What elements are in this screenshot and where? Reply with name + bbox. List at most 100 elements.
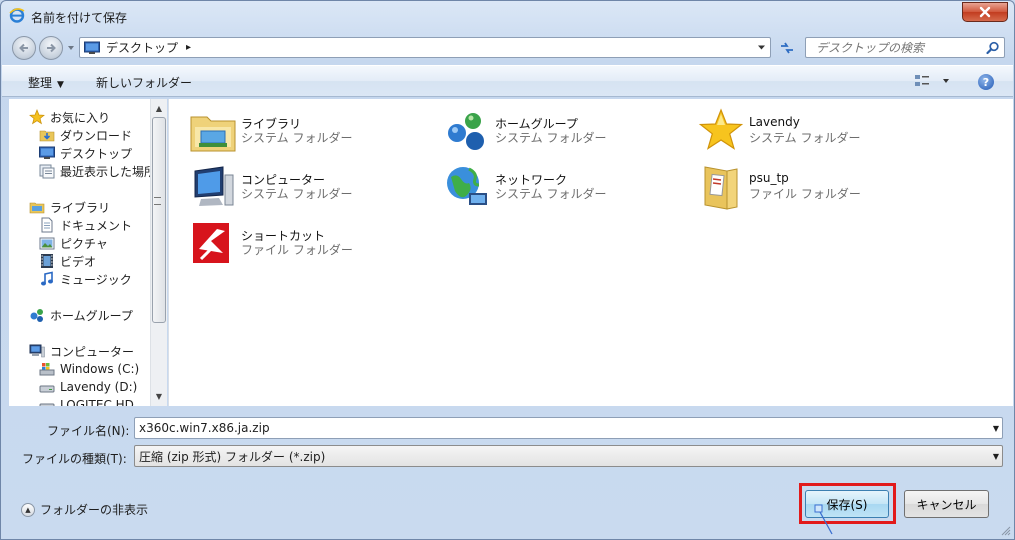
nav-item-videos[interactable]: ビデオ: [39, 252, 96, 270]
list-item[interactable]: コンピューター システム フォルダー: [189, 163, 429, 219]
cancel-button[interactable]: キャンセル: [904, 490, 989, 518]
file-list: ライブラリ システム フォルダー ホームグループ システム フォルダー Lave…: [168, 99, 1013, 406]
videos-icon: [41, 254, 53, 268]
scroll-up-arrow-icon[interactable]: ▲: [151, 100, 167, 116]
nav-item-logitec-hd[interactable]: LOGITEC HD: [39, 396, 134, 406]
filename-value[interactable]: x360c.win7.x86.ja.zip: [139, 421, 270, 435]
nav-libraries-label: ライブラリ: [50, 200, 111, 215]
address-location[interactable]: デスクトップ: [106, 39, 178, 56]
library-icon: [190, 116, 236, 152]
list-item[interactable]: ライブラリ システム フォルダー: [189, 107, 429, 163]
item-type: ファイル フォルダー: [749, 187, 861, 201]
title-bar: 名前を付けて保存: [1, 1, 1014, 31]
list-item[interactable]: ホームグループ システム フォルダー: [443, 107, 683, 163]
filename-label: ファイル名(N):: [47, 424, 130, 438]
search-input[interactable]: [806, 38, 982, 57]
nav-item-pictures[interactable]: ピクチャ: [39, 234, 108, 252]
scroll-down-arrow-icon[interactable]: ▼: [151, 388, 167, 404]
downloads-folder-icon: [39, 130, 55, 142]
library-icon: [29, 202, 45, 214]
nav-item-desktop[interactable]: デスクトップ: [39, 144, 132, 162]
hide-folders-toggle[interactable]: ▲ フォルダーの非表示: [21, 501, 148, 518]
nav-favorites[interactable]: お気に入り: [29, 108, 110, 126]
system-drive-icon: [39, 363, 55, 376]
documents-icon: [41, 217, 53, 233]
internet-explorer-icon: [9, 8, 25, 23]
back-button[interactable]: [12, 36, 36, 60]
window-title: 名前を付けて保存: [31, 11, 128, 25]
nav-recent-label: 最近表示した場所: [60, 164, 157, 179]
search-box[interactable]: [805, 37, 1005, 58]
network-icon: [447, 167, 487, 205]
list-item[interactable]: Lavendy システム フォルダー: [697, 107, 937, 163]
nav-item-downloads[interactable]: ダウンロード: [39, 126, 132, 144]
nav-pictures-label: ピクチャ: [60, 236, 108, 251]
list-item[interactable]: psu_tp ファイル フォルダー: [697, 163, 937, 219]
nav-computer[interactable]: コンピューター: [29, 342, 134, 360]
homegroup-icon: [448, 113, 484, 150]
new-folder-label: 新しいフォルダー: [96, 76, 193, 90]
save-as-dialog: 名前を付けて保存 デスクトップ ▸ デスクトップの検索 整理 ▼ 新しいフォルダ…: [0, 0, 1015, 540]
nav-favorites-label: お気に入り: [50, 110, 111, 125]
help-icon[interactable]: ?: [978, 74, 994, 90]
nav-pane-scrollbar[interactable]: ▲ ▼: [150, 99, 167, 406]
caret-down-icon: [943, 79, 949, 83]
nav-item-documents[interactable]: ドキュメント: [39, 216, 132, 234]
address-separator[interactable]: ▸: [186, 42, 191, 53]
nav-item-music[interactable]: ミュージック: [39, 270, 132, 288]
address-bar[interactable]: デスクトップ ▸: [79, 37, 771, 58]
recent-pages-dropdown-icon[interactable]: [67, 44, 75, 52]
close-button[interactable]: [962, 2, 1008, 22]
computer-icon: [194, 166, 234, 206]
music-icon: [41, 271, 53, 286]
hide-folders-label: フォルダーの非表示: [40, 503, 149, 517]
item-type: システム フォルダー: [241, 187, 353, 201]
search-icon[interactable]: [986, 41, 1000, 55]
scrollbar-grip-icon: [154, 197, 161, 205]
nav-drive-d-label: Lavendy (D:): [60, 380, 138, 394]
filetype-select[interactable]: 圧縮 (zip 形式) フォルダー (*.zip) ▼: [134, 445, 1003, 467]
arrow-left-icon: [19, 43, 28, 53]
view-tiles-icon: [915, 75, 929, 86]
list-item[interactable]: ネットワーク システム フォルダー: [443, 163, 683, 219]
refresh-button[interactable]: [776, 37, 798, 58]
star-user-icon: [698, 108, 744, 150]
change-view-button[interactable]: [914, 74, 950, 88]
organize-button[interactable]: 整理 ▼: [28, 74, 64, 91]
nav-item-drive-d[interactable]: Lavendy (D:): [39, 378, 137, 396]
recent-places-icon: [39, 164, 55, 179]
item-type: システム フォルダー: [495, 187, 607, 201]
item-type: システム フォルダー: [749, 131, 861, 145]
nav-item-drive-c[interactable]: Windows (C:): [39, 360, 139, 378]
desktop-icon: [84, 41, 100, 54]
nav-homegroup[interactable]: ホームグループ: [29, 306, 133, 324]
item-name: psu_tp: [749, 171, 789, 185]
nav-logitec-label: LOGITEC HD: [60, 398, 134, 406]
list-item[interactable]: ショートカット ファイル フォルダー: [189, 219, 429, 275]
close-icon: [979, 6, 991, 18]
nav-music-label: ミュージック: [60, 272, 132, 287]
filename-field[interactable]: x360c.win7.x86.ja.zip ▼: [134, 417, 1003, 439]
cursor-icon: [814, 504, 833, 535]
chevron-down-icon[interactable]: ▼: [993, 452, 999, 461]
nav-libraries[interactable]: ライブラリ: [29, 198, 110, 216]
arrow-right-icon: [47, 43, 56, 53]
item-name: Lavendy: [749, 115, 800, 129]
nav-documents-label: ドキュメント: [60, 218, 133, 233]
new-folder-button[interactable]: 新しいフォルダー: [96, 74, 192, 91]
nav-homegroup-label: ホームグループ: [50, 308, 133, 323]
organize-label: 整理: [28, 76, 53, 90]
item-type: システム フォルダー: [495, 131, 607, 145]
filetype-value[interactable]: 圧縮 (zip 形式) フォルダー (*.zip): [139, 448, 325, 465]
nav-item-recent-places[interactable]: 最近表示した場所: [39, 162, 156, 180]
chevron-down-icon[interactable]: ▼: [993, 424, 999, 433]
item-type: システム フォルダー: [241, 131, 353, 145]
hard-drive-icon: [39, 403, 55, 406]
scrollbar-thumb[interactable]: [152, 117, 166, 323]
resize-grip-icon[interactable]: [1001, 526, 1011, 536]
forward-button[interactable]: [39, 36, 63, 60]
refresh-icon: [781, 42, 793, 53]
nav-desktop-label: デスクトップ: [60, 146, 133, 161]
nav-downloads-label: ダウンロード: [60, 128, 133, 143]
chevron-down-icon[interactable]: [757, 43, 766, 52]
